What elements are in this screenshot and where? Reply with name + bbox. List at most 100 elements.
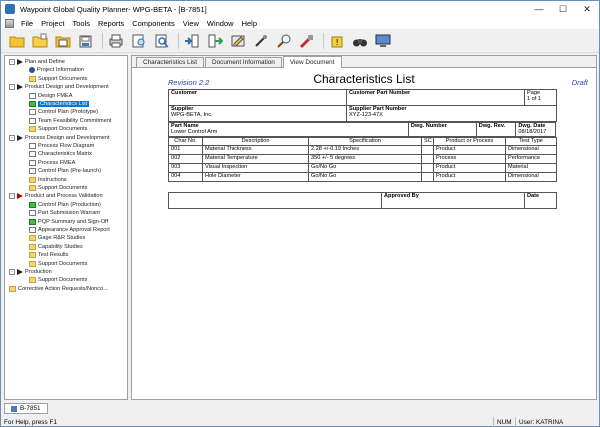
tree-item[interactable]: Project Information (29, 66, 84, 74)
table-row: 004 Hole Diameter Go/No Go Product Dimen… (168, 172, 557, 182)
tree-item[interactable]: - Process Design and Development (9, 134, 110, 142)
tree-expander-icon[interactable]: - (9, 84, 15, 91)
svg-text:!: ! (336, 38, 339, 47)
tree-item[interactable]: Characteristics List (29, 100, 90, 108)
tab-view-document[interactable]: View Document (282, 56, 342, 68)
tab-document-information[interactable]: Document Information (204, 57, 282, 67)
tree-item-label: Control Plan (Pre-launch) (38, 168, 102, 175)
tree-item[interactable]: - Product Design and Development (9, 83, 109, 91)
save-icon[interactable] (53, 32, 73, 50)
tree-item[interactable]: Team Feasibility Commitment (29, 117, 111, 125)
tree-item[interactable]: Capability Studies (29, 243, 83, 251)
row-specification: 350 +/- 5 degrees (308, 154, 422, 164)
search-icon[interactable] (274, 32, 294, 50)
menu-components[interactable]: Components (128, 19, 179, 28)
doc-icon (29, 143, 36, 149)
minimize-button[interactable]: — (527, 1, 551, 17)
tree-item[interactable]: Support Documents (29, 260, 87, 268)
tree-item[interactable]: Gage R&R Studies (29, 234, 85, 242)
menu-reports[interactable]: Reports (94, 19, 128, 28)
row-char-no: 003 (168, 163, 203, 173)
open-folder-icon[interactable] (7, 32, 27, 50)
tree-item[interactable]: Control Plan (Pre-launch) (29, 167, 101, 175)
tree-expander-icon[interactable]: - (9, 193, 15, 200)
dwg-number-cell: Dwg. Number (407, 122, 477, 137)
tree-item-label: Product and Process Validation (25, 193, 103, 200)
doc-icon (29, 92, 36, 99)
table-header-row: Char No. Description Specification SC Pr… (168, 137, 557, 146)
menu-project[interactable]: Project (37, 19, 68, 28)
monitor-icon[interactable] (373, 32, 393, 50)
tree-item[interactable]: Process FMEA (29, 159, 75, 167)
part-name-cell: Part Name Lower Control Arm (168, 122, 409, 137)
maximize-button[interactable]: ☐ (551, 1, 575, 17)
tree-expander-icon[interactable]: - (9, 269, 15, 275)
row-description: Hole Diameter (202, 172, 309, 182)
find-icon[interactable] (152, 32, 172, 50)
tree-item-label: Capability Studies (38, 243, 83, 250)
row-specification: Go/No Go (308, 163, 422, 173)
approval-blank-cell (168, 192, 382, 209)
tab-characteristics-list[interactable]: Characteristics List (136, 57, 204, 67)
warning-icon[interactable]: ! (327, 32, 347, 50)
tree-item[interactable]: - Product and Process Validation (9, 192, 103, 200)
folder-icon (9, 285, 16, 292)
new-folder-icon[interactable] (30, 32, 50, 50)
toolbar: ! (1, 29, 599, 53)
green-icon (29, 218, 36, 225)
tree-item[interactable]: Support Documents (29, 75, 87, 83)
binoculars-icon[interactable] (350, 32, 370, 50)
title-bar[interactable]: Waypoint Global Quality Planner- WPG-BET… (1, 1, 599, 17)
doc-icon (29, 159, 36, 166)
row-test-type: Performance (505, 154, 557, 164)
tree-item[interactable]: Support Documents (29, 184, 87, 192)
import-icon[interactable] (182, 32, 202, 50)
tools-icon[interactable] (297, 32, 317, 50)
tree-item[interactable]: Control Plan (Prototype) (29, 108, 98, 116)
tree-item[interactable]: Instructions (29, 176, 67, 184)
tree-item[interactable]: Test Results (29, 251, 68, 259)
tree-expander-icon[interactable]: - (9, 134, 15, 141)
print-preview-icon[interactable] (129, 32, 149, 50)
tree-item[interactable]: Corrective Action Requests/Nonco... (9, 285, 108, 293)
arrow-icon (17, 84, 23, 91)
document-system-icon[interactable] (5, 18, 14, 28)
tree-item[interactable]: Support Documents (29, 276, 87, 284)
menu-view[interactable]: View (179, 19, 203, 28)
tree-item[interactable]: Support Documents (29, 125, 87, 133)
tree-item[interactable]: Process Flow Diagram (29, 142, 94, 150)
print-icon[interactable] (106, 32, 126, 50)
save-all-icon[interactable] (76, 32, 96, 50)
row-test-type: Dimensional (505, 172, 557, 182)
dwg-rev-label: Dwg. Rev. (478, 123, 506, 130)
tree-item[interactable]: - Plan and Define (9, 58, 65, 66)
tree-item[interactable]: - Production (9, 268, 52, 276)
tree-item[interactable]: Part Submission Warrant (29, 209, 100, 217)
menu-tools[interactable]: Tools (68, 19, 94, 28)
tree-item-label: Support Documents (38, 126, 88, 133)
approval-date-label: Date (527, 193, 540, 200)
row-product-or-process: Process (433, 154, 506, 164)
col-description: Description (202, 137, 309, 146)
customer-label: Customer (171, 90, 198, 97)
tree-item[interactable]: Appearance Approval Report (29, 226, 110, 234)
tree-item[interactable]: Characteristics Matrix (29, 150, 92, 158)
link-icon[interactable] (251, 32, 271, 50)
characteristics-table: Char No. Description Specification SC Pr… (168, 137, 557, 182)
document-window-tab[interactable]: B-7851 (4, 403, 48, 414)
tree-item-label: Appearance Approval Report (38, 227, 110, 233)
menu-window[interactable]: Window (203, 19, 238, 28)
project-tree-panel: - Plan and Define Project Information Suppo… (4, 55, 128, 400)
tree-item[interactable]: PQP Summary and Sign-Off (29, 218, 108, 226)
menu-help[interactable]: Help (238, 19, 261, 28)
close-button[interactable]: ✕ (575, 1, 599, 17)
menu-file[interactable]: File (17, 19, 37, 28)
folder-icon (29, 75, 36, 82)
export-icon[interactable] (205, 32, 225, 50)
tree-expander-icon[interactable]: - (9, 59, 15, 65)
tree-item[interactable]: Design FMEA (29, 92, 73, 100)
tree-item-label: Support Documents (38, 75, 88, 82)
supplier-part-cell: Supplier Part Number XYZ-123-47X (346, 105, 557, 122)
tree-item[interactable]: Control Plan (Production) (29, 201, 101, 209)
edit-icon[interactable] (228, 32, 248, 50)
